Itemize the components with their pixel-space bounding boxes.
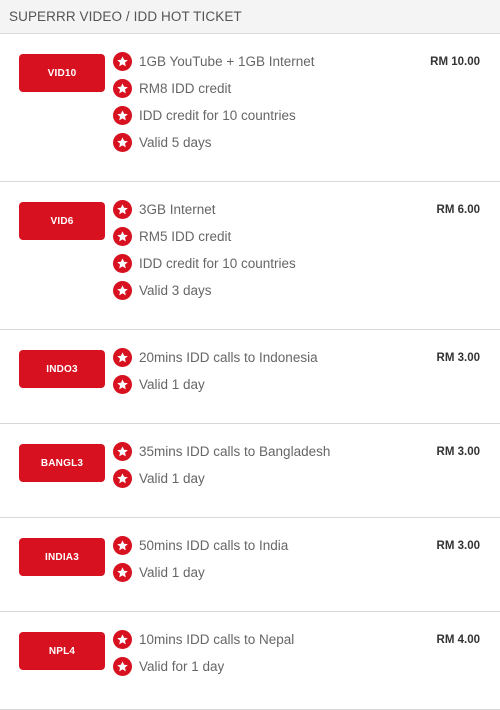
plan-code-button[interactable]: NPL4: [19, 632, 105, 670]
feature-item: RM8 IDD credit: [113, 75, 315, 102]
plan-code-button[interactable]: VID6: [19, 202, 105, 240]
section-title: SUPERRR VIDEO / IDD HOT TICKET: [9, 9, 242, 24]
star-icon: [113, 630, 132, 649]
feature-item: IDD credit for 10 countries: [113, 250, 296, 277]
feature-text: Valid 1 day: [139, 377, 205, 392]
section-header: SUPERRR VIDEO / IDD HOT TICKET: [0, 0, 500, 34]
feature-item: Valid 1 day: [113, 465, 330, 492]
star-icon: [113, 281, 132, 300]
star-icon: [113, 200, 132, 219]
star-icon: [113, 442, 132, 461]
feature-item: Valid 1 day: [113, 371, 318, 398]
feature-text: RM8 IDD credit: [139, 81, 232, 96]
plan-card: INDO3 20mins IDD calls to Indonesia Vali…: [0, 330, 500, 424]
feature-text: IDD credit for 10 countries: [139, 256, 296, 271]
feature-item: Valid for 1 day: [113, 653, 294, 680]
star-icon: [113, 657, 132, 676]
star-icon: [113, 348, 132, 367]
star-icon: [113, 469, 132, 488]
star-icon: [113, 133, 132, 152]
star-icon: [113, 79, 132, 98]
feature-list: 50mins IDD calls to India Valid 1 day: [113, 532, 288, 586]
feature-item: IDD credit for 10 countries: [113, 102, 315, 129]
feature-text: Valid 1 day: [139, 565, 205, 580]
plan-code-button[interactable]: INDO3: [19, 350, 105, 388]
feature-list: 10mins IDD calls to Nepal Valid for 1 da…: [113, 626, 294, 680]
feature-item: 50mins IDD calls to India: [113, 532, 288, 559]
feature-item: Valid 1 day: [113, 559, 288, 586]
feature-item: Valid 3 days: [113, 277, 296, 304]
star-icon: [113, 227, 132, 246]
plan-card: NPL4 10mins IDD calls to Nepal Valid for…: [0, 612, 500, 710]
feature-text: Valid 5 days: [139, 135, 212, 150]
feature-list: 35mins IDD calls to Bangladesh Valid 1 d…: [113, 438, 330, 492]
feature-text: 20mins IDD calls to Indonesia: [139, 350, 318, 365]
plan-price: RM 3.00: [436, 540, 480, 552]
feature-text: RM5 IDD credit: [139, 229, 232, 244]
feature-item: 10mins IDD calls to Nepal: [113, 626, 294, 653]
feature-text: IDD credit for 10 countries: [139, 108, 296, 123]
feature-item: RM5 IDD credit: [113, 223, 296, 250]
plan-card: INDIA3 50mins IDD calls to India Valid 1…: [0, 518, 500, 612]
plan-card: VID6 3GB Internet RM5 IDD credit IDD cre…: [0, 182, 500, 330]
feature-item: Valid 5 days: [113, 129, 315, 156]
plan-price: RM 3.00: [436, 446, 480, 458]
feature-list: 20mins IDD calls to Indonesia Valid 1 da…: [113, 344, 318, 398]
plan-price: RM 4.00: [436, 634, 480, 646]
plan-price: RM 10.00: [430, 56, 480, 68]
plan-code-button[interactable]: BANGL3: [19, 444, 105, 482]
plan-price: RM 6.00: [436, 204, 480, 216]
star-icon: [113, 254, 132, 273]
feature-item: 20mins IDD calls to Indonesia: [113, 344, 318, 371]
star-icon: [113, 563, 132, 582]
star-icon: [113, 536, 132, 555]
feature-item: 35mins IDD calls to Bangladesh: [113, 438, 330, 465]
feature-text: Valid 3 days: [139, 283, 212, 298]
feature-list: 3GB Internet RM5 IDD credit IDD credit f…: [113, 196, 296, 304]
feature-item: 3GB Internet: [113, 196, 296, 223]
star-icon: [113, 106, 132, 125]
feature-item: 1GB YouTube + 1GB Internet: [113, 48, 315, 75]
feature-text: 1GB YouTube + 1GB Internet: [139, 54, 315, 69]
plan-price: RM 3.00: [436, 352, 480, 364]
plan-card: VID10 1GB YouTube + 1GB Internet RM8 IDD…: [0, 34, 500, 182]
feature-text: Valid 1 day: [139, 471, 205, 486]
feature-text: Valid for 1 day: [139, 659, 225, 674]
feature-text: 50mins IDD calls to India: [139, 538, 289, 553]
feature-text: 3GB Internet: [139, 202, 216, 217]
plan-card: BANGL3 35mins IDD calls to Bangladesh Va…: [0, 424, 500, 518]
feature-text: 35mins IDD calls to Bangladesh: [139, 444, 331, 459]
plan-code-button[interactable]: VID10: [19, 54, 105, 92]
feature-text: 10mins IDD calls to Nepal: [139, 632, 295, 647]
star-icon: [113, 52, 132, 71]
feature-list: 1GB YouTube + 1GB Internet RM8 IDD credi…: [113, 48, 315, 156]
plan-code-button[interactable]: INDIA3: [19, 538, 105, 576]
star-icon: [113, 375, 132, 394]
